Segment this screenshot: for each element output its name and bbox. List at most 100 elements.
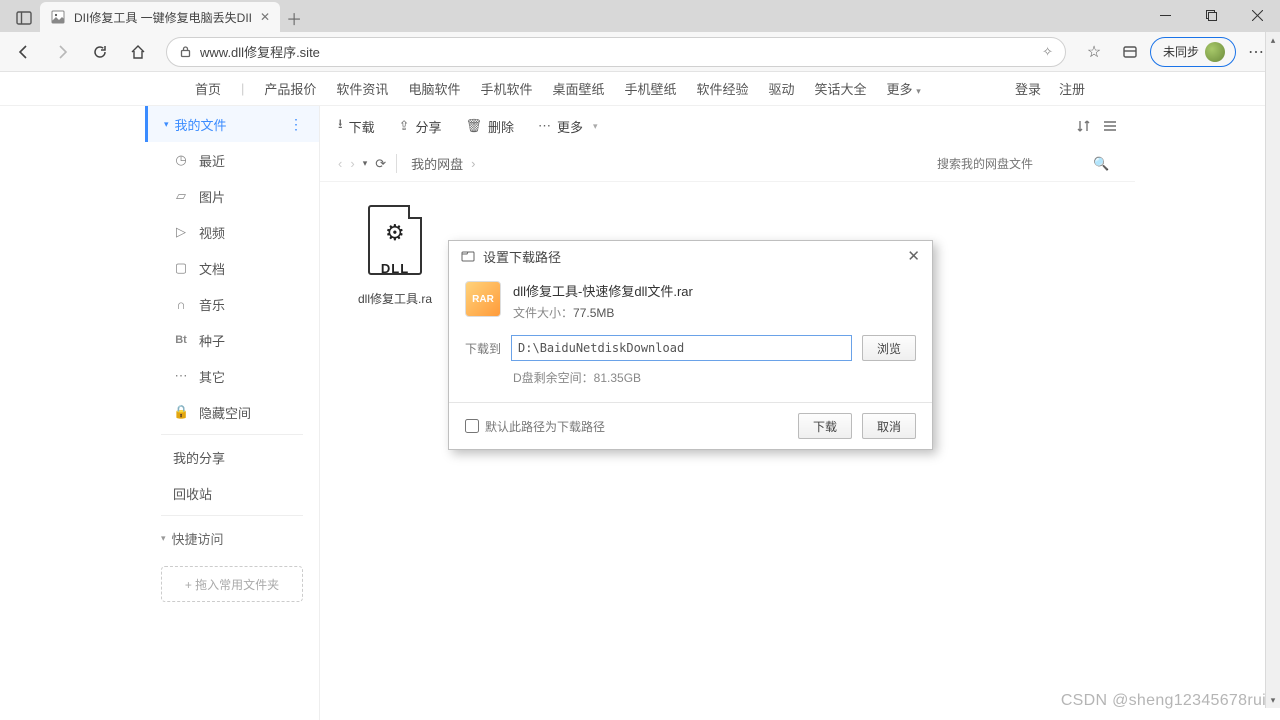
sidebar-item-recycle[interactable]: 回收站 <box>145 475 319 511</box>
sidebar-item-images[interactable]: ▱图片 <box>145 178 319 214</box>
nav-item-news[interactable]: 软件资讯 <box>336 79 388 98</box>
doc-icon: ▢ <box>173 260 189 276</box>
dialog-file-icon: RAR <box>465 281 501 317</box>
free-space-label: D盘剩余空间：81.35GB <box>465 369 916 386</box>
maximize-button[interactable] <box>1188 0 1234 30</box>
lock-icon: 🔒 <box>173 404 189 420</box>
dialog-icon <box>461 249 475 263</box>
browse-button[interactable]: 浏览 <box>862 335 916 361</box>
bc-back-icon[interactable]: ‹ <box>338 156 342 171</box>
home-button[interactable] <box>122 36 154 68</box>
nav-item-jokes[interactable]: 笑话大全 <box>815 79 867 98</box>
sidebar-myfiles-label: 我的文件 <box>175 115 227 134</box>
forward-button[interactable] <box>46 36 78 68</box>
window-controls <box>1142 0 1280 30</box>
collapse-icon: ▾ <box>164 119 169 130</box>
sidebar-item-other[interactable]: ⋯其它 <box>145 358 319 394</box>
image-icon: ▱ <box>173 188 189 204</box>
site-nav: 首页 | 产品报价 软件资讯 电脑软件 手机软件 桌面壁纸 手机壁纸 软件经验 … <box>0 72 1280 106</box>
nav-item-pc[interactable]: 电脑软件 <box>408 79 460 98</box>
download-path-dialog: 设置下载路径 ✕ RAR dll修复工具-快速修复dll文件.rar 文件大小：… <box>448 240 933 450</box>
profile-button[interactable]: 未同步 <box>1150 37 1236 67</box>
nav-item-exp[interactable]: 软件经验 <box>697 79 749 98</box>
refresh-button[interactable] <box>84 36 116 68</box>
url-text: www.dll修复程序.site <box>200 42 320 61</box>
page-scrollbar[interactable]: ▴ ▾ <box>1265 32 1280 708</box>
nav-item-driver[interactable]: 驱动 <box>769 79 795 98</box>
nav-item-more[interactable]: 更多 ▾ <box>887 79 921 98</box>
nav-item-mobile[interactable]: 手机软件 <box>480 79 532 98</box>
bt-icon: Bt <box>173 334 189 346</box>
bc-fwd-icon[interactable]: › <box>350 156 354 171</box>
chevron-down-icon: ▾ <box>593 121 598 132</box>
dialog-close-icon[interactable]: ✕ <box>907 247 920 265</box>
browser-tab[interactable]: DII修复工具 一键修复电脑丢失DII ✕ <box>40 2 280 32</box>
address-bar: www.dll修复程序.site ✧ ☆ 未同步 ⋯ <box>0 32 1280 72</box>
collections-icon[interactable] <box>1114 36 1146 68</box>
profile-label: 未同步 <box>1163 43 1199 60</box>
favorites-icon[interactable]: ☆ <box>1078 36 1110 68</box>
login-link[interactable]: 登录 <box>1015 79 1041 98</box>
sidebar-item-docs[interactable]: ▢文档 <box>145 250 319 286</box>
sidebar-item-torrent[interactable]: Bt种子 <box>145 322 319 358</box>
back-button[interactable] <box>8 36 40 68</box>
tab-actions-icon[interactable] <box>8 4 40 32</box>
nav-item-mobile-wallpaper[interactable]: 手机壁纸 <box>624 79 676 98</box>
scroll-down-icon[interactable]: ▾ <box>1266 692 1280 708</box>
sidebar-drop-zone[interactable]: + 拖入常用文件夹 <box>161 566 303 602</box>
nav-item-wallpaper[interactable]: 桌面壁纸 <box>552 79 604 98</box>
download-button[interactable]: 下载 <box>798 413 852 439</box>
window-titlebar: DII修复工具 一键修复电脑丢失DII ✕ ＋ <box>0 0 1280 32</box>
minimize-button[interactable] <box>1142 0 1188 30</box>
sidebar-myfiles-header[interactable]: ▾ 我的文件 ⋮ <box>145 106 319 142</box>
trash-icon: 🗑 <box>466 118 483 134</box>
sidebar-item-hidden[interactable]: 🔒隐藏空间 <box>145 394 319 430</box>
search-icon[interactable]: 🔍 <box>1093 156 1109 172</box>
list-view-icon[interactable] <box>1103 119 1117 133</box>
default-path-checkbox-input[interactable] <box>465 419 479 433</box>
toolbar-share[interactable]: ⇪分享 <box>399 117 442 136</box>
file-item[interactable]: ⚙ DLL dll修复工具.ra <box>340 202 450 307</box>
bc-dropdown-icon[interactable]: ▾ <box>363 158 368 169</box>
toolbar-delete[interactable]: 🗑删除 <box>466 117 515 136</box>
clock-icon: ◷ <box>173 152 189 168</box>
default-path-checkbox[interactable]: 默认此路径为下载路径 <box>465 418 605 435</box>
new-tab-button[interactable]: ＋ <box>280 4 308 32</box>
more-icon: ⋯ <box>538 118 551 134</box>
add-favorite-icon[interactable]: ✧ <box>1042 44 1053 60</box>
tab-close-icon[interactable]: ✕ <box>260 10 270 24</box>
search-input[interactable] <box>937 157 1087 171</box>
close-button[interactable] <box>1234 0 1280 30</box>
file-search[interactable]: 🔍 <box>937 156 1117 172</box>
sidebar-quick-access-header[interactable]: ▾快捷访问 <box>145 520 319 556</box>
toolbar-download[interactable]: ⭳下载 <box>338 115 375 137</box>
cancel-button[interactable]: 取消 <box>862 413 916 439</box>
url-field[interactable]: www.dll修复程序.site ✧ <box>166 37 1066 67</box>
play-icon: ▷ <box>173 224 189 240</box>
scroll-up-icon[interactable]: ▴ <box>1266 32 1280 48</box>
breadcrumb-bar: ‹ › ▾ ⟳ 我的网盘 › 🔍 <box>320 146 1135 182</box>
register-link[interactable]: 注册 <box>1059 79 1085 98</box>
tab-title: DII修复工具 一键修复电脑丢失DII <box>74 9 252 26</box>
dialog-titlebar: 设置下载路径 ✕ <box>449 241 932 271</box>
bc-refresh-icon[interactable]: ⟳ <box>375 156 386 172</box>
nav-item-price[interactable]: 产品报价 <box>264 79 316 98</box>
profile-avatar-icon <box>1205 42 1225 62</box>
tab-favicon-icon <box>50 9 66 25</box>
nav-item-home[interactable]: 首页 <box>195 79 221 98</box>
sort-icon[interactable] <box>1077 119 1093 133</box>
file-name-label: dll修复工具.ra <box>340 290 450 307</box>
share-icon: ⇪ <box>399 118 410 134</box>
breadcrumb-root[interactable]: 我的网盘 <box>411 154 463 173</box>
sidebar-item-recent[interactable]: ◷最近 <box>145 142 319 178</box>
sidebar-item-music[interactable]: ∩音乐 <box>145 286 319 322</box>
toolbar-more[interactable]: ⋯更多 <box>538 117 583 136</box>
dialog-file-name: dll修复工具-快速修复dll文件.rar <box>513 281 693 300</box>
dialog-file-size: 文件大小：77.5MB <box>513 304 693 321</box>
dialog-title: 设置下载路径 <box>483 247 561 266</box>
sidebar-item-share[interactable]: 我的分享 <box>145 439 319 475</box>
sidebar-kebab-icon[interactable]: ⋮ <box>289 116 303 133</box>
dest-path-input[interactable] <box>511 335 852 361</box>
site-info-icon[interactable] <box>179 45 192 58</box>
sidebar-item-video[interactable]: ▷视频 <box>145 214 319 250</box>
